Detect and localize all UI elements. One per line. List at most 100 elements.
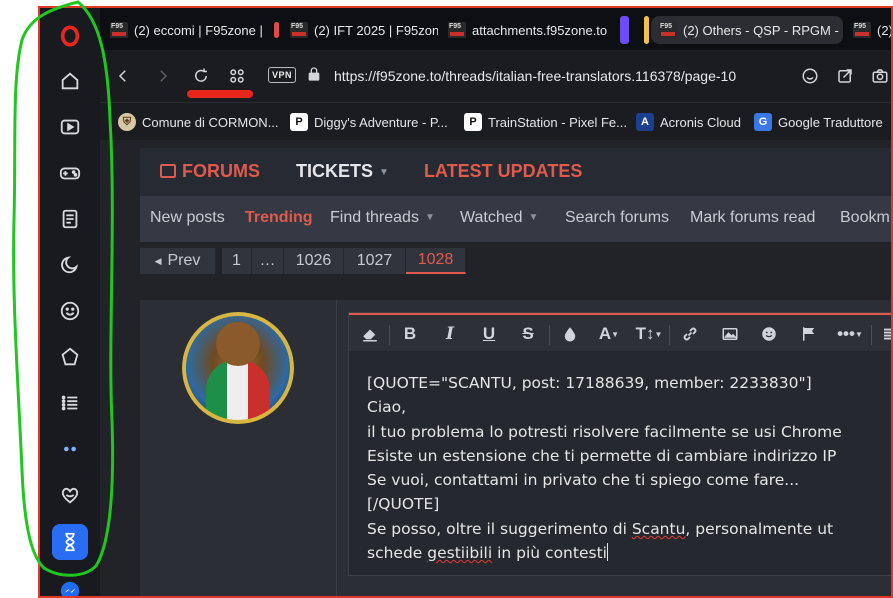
f95-favicon-icon <box>448 22 466 38</box>
gamepad-icon[interactable] <box>52 155 88 191</box>
chevron-down-icon: ▼ <box>528 212 539 223</box>
share-icon[interactable] <box>833 64 857 88</box>
latest-updates-nav-item[interactable]: LATEST UPDATES <box>424 161 582 182</box>
editor-line: [QUOTE="SCANTU, post: 17188639, member: … <box>367 374 812 392</box>
list-icon[interactable] <box>52 385 88 421</box>
tab-group-marker <box>274 22 279 38</box>
misspelled-word: gestiibili <box>427 544 493 563</box>
emoji-icon[interactable] <box>52 293 88 329</box>
google-translate-icon: G <box>754 113 772 131</box>
chat-icon <box>160 164 176 178</box>
editor-toolbar: B I U S A ▼ T↕ ▼ ••• ▼ <box>349 313 891 351</box>
text-caret <box>606 543 608 562</box>
hourglass-icon[interactable] <box>52 524 88 560</box>
tab-t[interactable]: (2) T <box>845 16 891 44</box>
bookmark-comune[interactable]: ⛨ Comune di CORMON... <box>118 112 279 132</box>
home-icon[interactable] <box>52 63 88 99</box>
find-threads-link[interactable]: Find threads ▼ <box>330 209 435 227</box>
bookmark-diggy[interactable]: P Diggy's Adventure - P... <box>290 112 448 132</box>
toolbar-separator <box>871 325 872 345</box>
editor-line: il tuo problema lo potresti risolvere fa… <box>367 422 842 441</box>
coat-of-arms-icon: ⛨ <box>118 113 136 131</box>
prev-page-button[interactable]: ◀ Prev <box>140 248 216 274</box>
browser-window: (2) eccomi | F95zone | / (2) IFT 2025 | … <box>38 6 893 598</box>
strikethrough-icon[interactable]: S <box>515 322 541 346</box>
avatar[interactable] <box>182 312 294 424</box>
editor-line: schede gestiibili in più contesti <box>367 543 608 563</box>
tab-group-marker <box>644 16 649 44</box>
underline-icon[interactable]: U <box>476 322 502 346</box>
page-1027-link[interactable]: 1027 <box>344 248 406 274</box>
align-icon[interactable] <box>877 322 891 346</box>
moon-icon[interactable] <box>52 247 88 283</box>
lock-icon[interactable] <box>306 66 322 87</box>
tab-others-qsp[interactable]: (2) Others - QSP - RPGM - U <box>651 16 843 44</box>
text-color-icon[interactable] <box>557 322 583 346</box>
mark-forums-read-link[interactable]: Mark forums read <box>690 209 815 227</box>
opera-logo-icon[interactable] <box>52 18 88 54</box>
editor-line: Se posso, oltre il suggerimento di Scant… <box>367 519 834 538</box>
page-1026-link[interactable]: 1026 <box>284 248 344 274</box>
link-icon[interactable] <box>677 322 703 346</box>
bookmark-acronis[interactable]: A Acronis Cloud <box>636 112 741 132</box>
editor-line: Esiste un estensione che ti permette di … <box>367 446 837 465</box>
editor-content[interactable]: [QUOTE="SCANTU, post: 17188639, member: … <box>367 371 891 565</box>
speed-dial-icon[interactable] <box>224 63 250 89</box>
trending-link[interactable]: Trending <box>245 209 313 227</box>
bookmark-trainstation[interactable]: P TrainStation - Pixel Fe... <box>464 112 627 132</box>
reload-icon[interactable] <box>188 63 214 89</box>
search-forums-link[interactable]: Search forums <box>565 209 669 227</box>
tab-eccomi[interactable]: (2) eccomi | F95zone | / <box>102 16 266 44</box>
font-size-dropdown-icon[interactable]: T↕ ▼ <box>633 322 665 346</box>
avatar-ring <box>182 312 294 424</box>
acronis-icon: A <box>636 113 654 131</box>
page-ellipsis-button[interactable]: … <box>252 248 284 274</box>
pagination: ◀ Prev 1 … 1026 1027 1028 <box>140 248 466 274</box>
toolbar-separator <box>389 325 390 345</box>
image-icon[interactable] <box>717 322 743 346</box>
eraser-icon[interactable] <box>357 322 383 346</box>
player-icon[interactable] <box>52 109 88 145</box>
post-divider <box>336 300 337 596</box>
toolbar-separator <box>549 325 550 345</box>
forums-nav-item[interactable]: FORUMS <box>160 161 260 182</box>
vpn-badge[interactable]: VPN <box>268 67 297 83</box>
emoji-icon[interactable] <box>798 64 822 88</box>
tab-attachments[interactable]: attachments.f95zone.to <box>440 16 614 44</box>
more-options-icon[interactable]: ••• ▼ <box>833 322 867 346</box>
camera-icon[interactable] <box>868 64 891 88</box>
font-family-dropdown-icon[interactable]: A ▼ <box>593 322 625 346</box>
watched-link[interactable]: Watched ▼ <box>460 209 538 227</box>
italic-icon[interactable]: I <box>437 322 463 346</box>
f95-favicon-icon <box>853 22 871 38</box>
forward-icon[interactable] <box>150 63 176 89</box>
bold-icon[interactable]: B <box>397 322 423 346</box>
messenger-icon[interactable] <box>52 573 88 596</box>
page-1-link[interactable]: 1 <box>222 248 252 274</box>
notes-icon[interactable] <box>52 201 88 237</box>
flag-icon[interactable] <box>796 322 822 346</box>
bookmark-google-traduttore[interactable]: G Google Traduttore <box>754 112 883 132</box>
back-icon[interactable] <box>110 63 136 89</box>
forum-page: FORUMS TICKETS ▼ LATEST UPDATES New posts… <box>100 140 891 596</box>
chevron-down-icon: ▼ <box>424 212 435 223</box>
tickets-nav-item[interactable]: TICKETS ▼ <box>296 161 389 182</box>
tab-strip: (2) eccomi | F95zone | / (2) IFT 2025 | … <box>100 8 891 50</box>
pixel-federation-icon: P <box>464 113 482 131</box>
bookmarks-bar: ⛨ Comune di CORMON... P Diggy's Adventur… <box>100 102 891 140</box>
bookmarks-link[interactable]: Bookm <box>840 209 890 227</box>
chevron-left-icon: ◀ <box>154 255 162 266</box>
page-1028-current[interactable]: 1028 <box>406 248 466 274</box>
smilie-icon[interactable] <box>756 322 782 346</box>
star-icon[interactable] <box>52 339 88 375</box>
heart-icon[interactable] <box>52 477 88 513</box>
f95-favicon-icon <box>110 22 128 38</box>
new-posts-link[interactable]: New posts <box>150 209 225 227</box>
more-icon[interactable] <box>52 431 88 467</box>
tab-ift-2025[interactable]: (2) IFT 2025 | F95zone <box>282 16 438 44</box>
vpn-highlight-mark <box>187 90 253 98</box>
editor-line: Se vuoi, contattami in privato che ti sp… <box>367 471 800 490</box>
url-field[interactable]: https://f95zone.to/threads/italian-free-… <box>334 68 736 84</box>
rich-text-editor[interactable]: B I U S A ▼ T↕ ▼ ••• ▼ [QUOTE="SCANTU, p… <box>348 312 891 576</box>
editor-line: Ciao, <box>367 398 407 417</box>
